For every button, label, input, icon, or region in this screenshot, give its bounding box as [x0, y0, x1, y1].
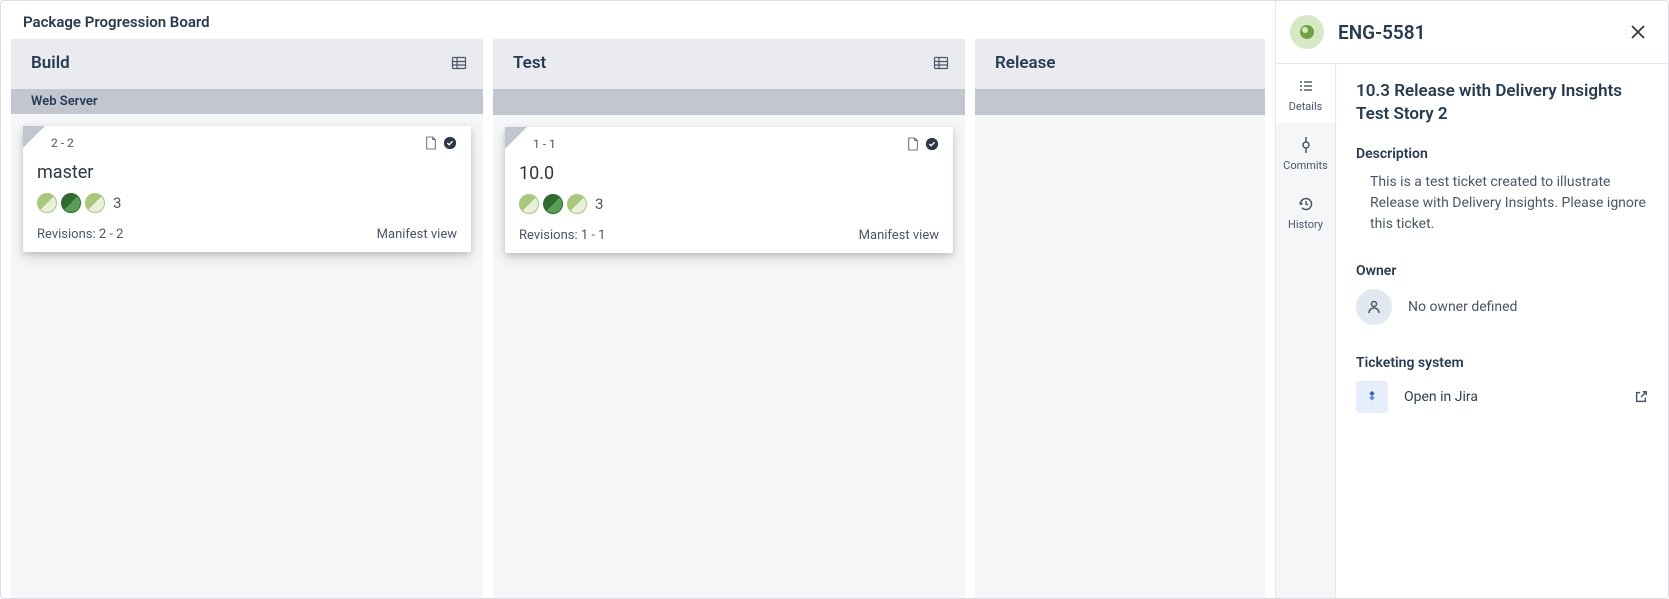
board-title: Package Progression Board [1, 1, 1275, 39]
description-text: This is a test ticket created to illustr… [1356, 172, 1648, 235]
jira-icon [1356, 381, 1388, 413]
status-count: 3 [595, 195, 603, 213]
description-label: Description [1356, 146, 1648, 162]
ticketing-link-text: Open in Jira [1404, 389, 1478, 405]
card-name: 10.0 [519, 163, 939, 184]
card-range: 2 - 2 [51, 136, 74, 150]
owner-text: No owner defined [1408, 299, 1517, 315]
list-icon [1298, 78, 1314, 94]
ticketing-label: Ticketing system [1356, 355, 1648, 371]
card-revisions: Revisions: 2 - 2 [37, 227, 123, 242]
card-test[interactable]: 1 - 1 [505, 127, 953, 253]
owner-row: No owner defined [1356, 289, 1648, 325]
open-in-jira-link[interactable]: Open in Jira [1356, 381, 1648, 413]
file-icon[interactable] [425, 136, 437, 150]
status-row: 3 [37, 193, 457, 213]
card-name: master [37, 162, 457, 183]
column-test: Test 1 - 1 [493, 39, 965, 598]
table-icon[interactable] [933, 55, 949, 71]
panel-header-left: ENG-5581 [1290, 15, 1426, 49]
status-dot-icon [85, 193, 105, 213]
column-body-test: 1 - 1 [493, 115, 965, 265]
card-corner-fold-icon [505, 127, 527, 149]
close-button[interactable] [1626, 20, 1650, 44]
panel-content: 10.3 Release with Delivery Insights Test… [1336, 64, 1668, 598]
commit-icon [1298, 137, 1314, 153]
card-corner-fold-icon [23, 126, 45, 148]
column-title-release: Release [995, 53, 1056, 73]
card-range: 1 - 1 [533, 137, 556, 151]
status-dot-icon [37, 193, 57, 213]
check-circle-icon[interactable] [443, 136, 457, 150]
details-side-panel: ENG-5581 Details [1275, 1, 1668, 598]
column-build: Build Web Server [11, 39, 483, 598]
swimlane-label: Web Server [11, 89, 483, 114]
tab-commits-label: Commits [1283, 159, 1328, 172]
manifest-view-link[interactable]: Manifest view [377, 227, 457, 242]
history-icon [1298, 196, 1314, 212]
status-dot-icon [567, 194, 587, 214]
manifest-view-link[interactable]: Manifest view [859, 228, 939, 243]
column-title-build: Build [31, 53, 70, 73]
status-row: 3 [519, 194, 939, 214]
swimlane-spacer [975, 89, 1265, 115]
status-dot-icon [519, 194, 539, 214]
card-revisions: Revisions: 1 - 1 [519, 228, 605, 243]
file-icon[interactable] [907, 137, 919, 151]
card-top-icons [425, 136, 457, 150]
status-dot-icon [543, 194, 563, 214]
detail-title: 10.3 Release with Delivery Insights Test… [1356, 80, 1648, 126]
tab-history[interactable]: History [1276, 182, 1335, 241]
tab-details-label: Details [1289, 100, 1323, 113]
card-footer: Revisions: 1 - 1 Manifest view [519, 228, 939, 243]
column-header-test: Test [493, 39, 965, 89]
card-top-row: 1 - 1 [519, 137, 939, 151]
panel-tabs: Details Commits [1276, 64, 1336, 598]
panel-body: Details Commits [1276, 64, 1668, 598]
table-icon[interactable] [451, 55, 467, 71]
tab-details[interactable]: Details [1276, 64, 1335, 123]
app-root: Package Progression Board Build Web [0, 0, 1669, 599]
column-title-test: Test [513, 53, 546, 73]
external-link-icon [1634, 390, 1648, 404]
board-area: Package Progression Board Build Web [1, 1, 1275, 598]
card-top-icons [907, 137, 939, 151]
column-header-build: Build [11, 39, 483, 89]
person-icon [1356, 289, 1392, 325]
status-dot-icon [61, 193, 81, 213]
tab-commits[interactable]: Commits [1276, 123, 1335, 182]
owner-label: Owner [1356, 263, 1648, 279]
status-count: 3 [113, 194, 121, 212]
column-body-build: 2 - 2 [11, 114, 483, 264]
panel-header: ENG-5581 [1276, 1, 1668, 64]
tab-history-label: History [1288, 218, 1323, 231]
issue-type-badge-icon [1290, 15, 1324, 49]
issue-key: ENG-5581 [1338, 21, 1426, 44]
column-header-release: Release [975, 39, 1265, 89]
swimlane-spacer [493, 89, 965, 115]
card-top-row: 2 - 2 [37, 136, 457, 150]
columns: Build Web Server [1, 39, 1275, 598]
card-build[interactable]: 2 - 2 [23, 126, 471, 252]
check-circle-icon[interactable] [925, 137, 939, 151]
column-release: Release [975, 39, 1265, 598]
card-footer: Revisions: 2 - 2 Manifest view [37, 227, 457, 242]
